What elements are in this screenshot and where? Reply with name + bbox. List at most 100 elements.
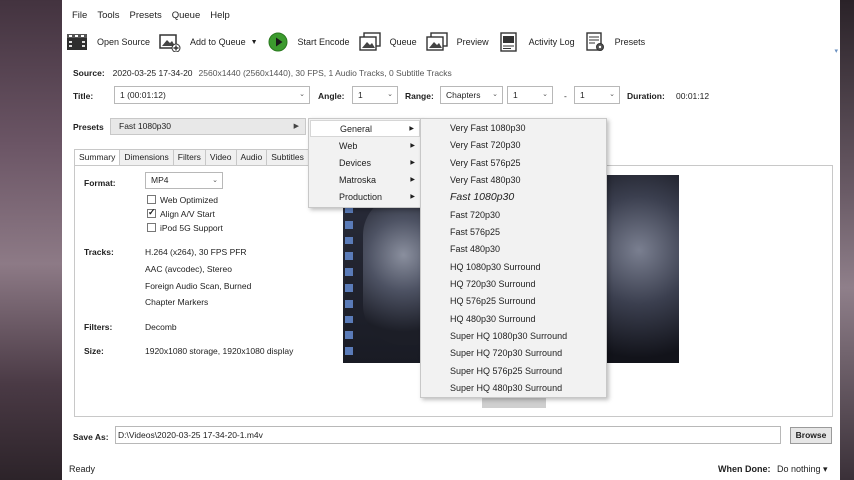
title-label: Title: [73, 91, 94, 101]
title-select[interactable]: 1 (00:01:12) ⌄ [114, 86, 310, 104]
source-label: Source: [73, 68, 105, 78]
tab-audio[interactable]: Audio [235, 149, 268, 165]
preview-desktop-icons [345, 205, 355, 355]
ipod-label: iPod 5G Support [160, 223, 223, 233]
tab-filters[interactable]: Filters [172, 149, 206, 165]
preset-menu-item[interactable]: Very Fast 576p25 [450, 155, 521, 172]
chevron-down-icon: ⌄ [387, 91, 393, 98]
preset-menu-item[interactable]: HQ 480p30 Surround [450, 311, 536, 328]
chevron-right-icon: ▶ [410, 160, 415, 166]
menu-file[interactable]: File [67, 8, 92, 24]
preset-menu-item[interactable]: Fast 576p25 [450, 224, 500, 241]
size-label: Size: [84, 346, 104, 356]
preset-menu-item-selected[interactable]: Fast 1080p30 [450, 189, 514, 206]
tab-subtitles[interactable]: Subtitles [266, 149, 309, 165]
preset-menu-item[interactable]: Very Fast 1080p30 [450, 120, 526, 137]
preset-menu-item[interactable]: Super HQ 720p30 Surround [450, 345, 562, 362]
chevron-down-icon: ⌄ [542, 91, 548, 98]
track-item: Foreign Audio Scan, Burned [145, 281, 252, 291]
menu-category-matroska[interactable]: Matroska ▶ [310, 172, 420, 189]
menu-category-label: Production [339, 192, 383, 202]
tab-strip: Summary Dimensions Filters Video Audio S… [74, 149, 309, 166]
presets-dropdown-value: Fast 1080p30 [119, 121, 171, 131]
start-encode-button[interactable]: Start Encode [267, 28, 350, 56]
align-av-label: Align A/V Start [160, 209, 215, 219]
filters-value: Decomb [145, 322, 177, 332]
preset-menu-item[interactable]: Super HQ 576p25 Surround [450, 363, 562, 380]
when-done-label: When Done: [718, 464, 771, 474]
preview-label: Preview [456, 37, 489, 47]
ipod-checkbox[interactable] [147, 223, 156, 232]
open-source-button[interactable]: Open Source [66, 28, 150, 56]
chevron-down-icon: ⌄ [609, 91, 615, 98]
menu-tools[interactable]: Tools [92, 8, 124, 24]
format-select[interactable]: MP4 ⌄ [145, 172, 223, 189]
preset-menu-item[interactable]: Very Fast 720p30 [450, 137, 521, 154]
angle-value: 1 [358, 90, 363, 100]
range-end-select[interactable]: 1 ⌄ [574, 86, 620, 104]
menu-presets[interactable]: Presets [125, 8, 167, 24]
preset-menu-item[interactable]: Very Fast 480p30 [450, 172, 521, 189]
chevron-down-icon[interactable]: ▼ [251, 39, 258, 46]
track-item: H.264 (x264), 30 FPS PFR [145, 247, 247, 257]
preset-category-menu: General ▶ Web ▶ Devices ▶ Matroska ▶ Product… [308, 118, 422, 208]
format-label: Format: [84, 178, 116, 188]
preview-button[interactable]: Preview [425, 28, 489, 56]
range-end-value: 1 [580, 90, 585, 100]
tab-video[interactable]: Video [204, 149, 237, 165]
presets-dropdown[interactable]: Fast 1080p30 ▶ [110, 118, 306, 135]
save-as-input[interactable]: D:\Videos\2020-03-25 17-34-20-1.m4v [115, 426, 781, 444]
format-value: MP4 [151, 175, 169, 185]
activity-log-label: Activity Log [528, 37, 575, 47]
presets-label: Presets [614, 37, 646, 47]
menu-help[interactable]: Help [205, 8, 235, 24]
web-optimized-label: Web Optimized [160, 195, 218, 205]
start-encode-label: Start Encode [297, 37, 350, 47]
track-item: AAC (avcodec), Stereo [145, 264, 232, 274]
preset-menu-item[interactable]: Fast 720p30 [450, 207, 500, 224]
preview-navigation[interactable] [482, 398, 546, 408]
menu-category-label: General [340, 124, 373, 134]
preset-menu-item[interactable]: HQ 1080p30 Surround [450, 259, 541, 276]
source-name: 2020-03-25 17-34-20 [112, 68, 193, 78]
queue-button[interactable]: Queue [358, 28, 417, 56]
angle-label: Angle: [318, 91, 345, 101]
preset-menu-item[interactable]: HQ 720p30 Surround [450, 276, 536, 293]
preset-menu-item[interactable]: Super HQ 480p30 Surround [450, 380, 562, 397]
menu-queue[interactable]: Queue [167, 8, 206, 24]
menu-category-devices[interactable]: Devices ▶ [310, 155, 420, 172]
chevron-down-icon: ⌄ [299, 91, 305, 98]
range-start-value: 1 [513, 90, 518, 100]
presets-button[interactable]: Presets [584, 28, 646, 56]
duration-value: 00:01:12 [676, 91, 710, 101]
preset-menu-item[interactable]: Fast 480p30 [450, 241, 500, 258]
preset-menu-item[interactable]: Super HQ 1080p30 Surround [450, 328, 567, 345]
browse-button[interactable]: Browse [790, 427, 832, 444]
tab-summary[interactable]: Summary [74, 149, 121, 166]
menu-category-web[interactable]: Web ▶ [310, 138, 420, 155]
toolbar: Open Source Add to Queue ▼ Start Encode … [62, 26, 840, 58]
tab-dimensions[interactable]: Dimensions [119, 149, 174, 165]
toolbar-overflow-icon[interactable]: ▾ [834, 47, 838, 55]
add-to-queue-button[interactable]: Add to Queue ▼ [159, 28, 258, 56]
status-bar: Ready When Done: Do nothing ▾ [62, 460, 840, 480]
range-label: Range: [405, 91, 434, 101]
angle-select[interactable]: 1 ⌄ [352, 86, 398, 104]
status-text: Ready [69, 464, 96, 474]
when-done-select[interactable]: Do nothing ▾ [777, 464, 828, 475]
menu-category-production[interactable]: Production ▶ [310, 189, 420, 206]
duration-label: Duration: [627, 91, 665, 101]
activity-log-button[interactable]: Activity Log [498, 28, 575, 56]
range-type-select[interactable]: Chapters ⌄ [440, 86, 503, 104]
filters-label: Filters: [84, 322, 113, 332]
presets-row-label: Presets [73, 122, 104, 132]
web-optimized-checkbox[interactable] [147, 195, 156, 204]
range-start-select[interactable]: 1 ⌄ [507, 86, 553, 104]
add-image-icon [159, 32, 181, 52]
presets-gear-icon [584, 32, 606, 52]
title-value: 1 (00:01:12) [120, 90, 166, 100]
align-av-checkbox[interactable] [147, 207, 156, 218]
chevron-right-icon: ▶ [409, 126, 414, 132]
preset-menu-item[interactable]: HQ 576p25 Surround [450, 293, 536, 310]
menu-category-general[interactable]: General ▶ [310, 120, 420, 137]
